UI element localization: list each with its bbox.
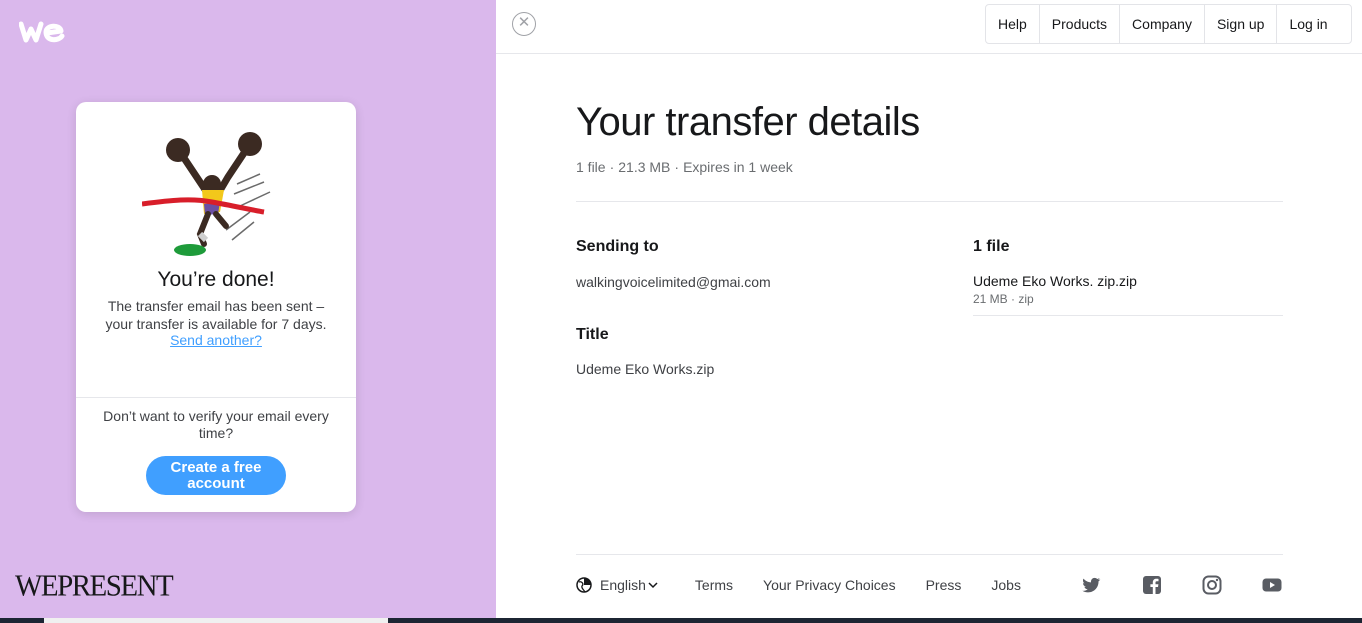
footer-privacy-choices[interactable]: Your Privacy Choices <box>763 577 896 593</box>
header-divider <box>496 53 1362 54</box>
instagram-icon[interactable] <box>1202 575 1222 595</box>
youtube-icon[interactable] <box>1262 575 1282 595</box>
file-divider <box>973 315 1283 316</box>
meta-expires: Expires in 1 week <box>683 159 793 175</box>
done-message: The transfer email has been sent – your … <box>105 298 327 332</box>
wepresent-logo[interactable]: WEPRESENT <box>15 569 174 604</box>
footer-divider <box>576 554 1283 555</box>
file-meta: 21 MB · zip <box>973 292 1034 306</box>
file-name[interactable]: Udeme Eko Works. zip.zip <box>973 273 1137 289</box>
files-label: 1 file <box>973 238 1010 255</box>
file-size: 21 MB <box>973 292 1008 306</box>
taskbar-segment <box>44 618 388 623</box>
footer-terms[interactable]: Terms <box>695 577 733 593</box>
sending-to-label: Sending to <box>576 238 659 255</box>
done-title: You’re done! <box>157 268 275 291</box>
sending-to-value: walkingvoicelimited@gmai.com <box>576 274 771 290</box>
globe-icon <box>576 577 592 593</box>
facebook-icon[interactable] <box>1142 575 1162 595</box>
transfer-meta: 1 file · 21.3 MB · Expires in 1 week <box>576 159 793 175</box>
footer-jobs[interactable]: Jobs <box>991 577 1021 593</box>
footer-press[interactable]: Press <box>926 577 962 593</box>
nav-help[interactable]: Help <box>986 5 1040 43</box>
finish-line-illustration <box>142 122 288 262</box>
title-value: Udeme Eko Works.zip <box>576 361 715 377</box>
meta-size: 21.3 MB <box>618 159 671 175</box>
transfer-done-card: You’re done! The transfer email has been… <box>76 102 356 512</box>
chevron-down-icon <box>648 582 658 589</box>
create-account-button[interactable]: Create a free account <box>146 456 286 495</box>
details-divider <box>576 201 1283 202</box>
wetransfer-logo[interactable] <box>19 19 65 45</box>
page-title: Your transfer details <box>576 100 920 144</box>
twitter-icon[interactable] <box>1081 575 1101 595</box>
language-label: English <box>600 577 646 593</box>
card-divider <box>76 397 356 398</box>
close-icon[interactable]: ✕ <box>512 12 536 36</box>
file-type: zip <box>1018 292 1034 306</box>
title-label: Title <box>576 326 609 343</box>
nav-company[interactable]: Company <box>1120 5 1205 43</box>
top-nav: Help Products Company Sign up Log in <box>985 4 1352 44</box>
nav-sign-up[interactable]: Sign up <box>1205 5 1278 43</box>
verify-prompt: Don’t want to verify your email every ti… <box>103 408 329 441</box>
nav-products[interactable]: Products <box>1040 5 1121 43</box>
left-panel: You’re done! The transfer email has been… <box>0 0 496 618</box>
language-selector[interactable]: English <box>576 577 667 593</box>
nav-log-in[interactable]: Log in <box>1277 5 1339 43</box>
meta-files: 1 file <box>576 159 606 175</box>
taskbar-strip <box>0 618 1362 623</box>
send-another-link[interactable]: Send another? <box>76 332 356 348</box>
footer: English Terms Your Privacy Choices Press… <box>576 576 1021 594</box>
